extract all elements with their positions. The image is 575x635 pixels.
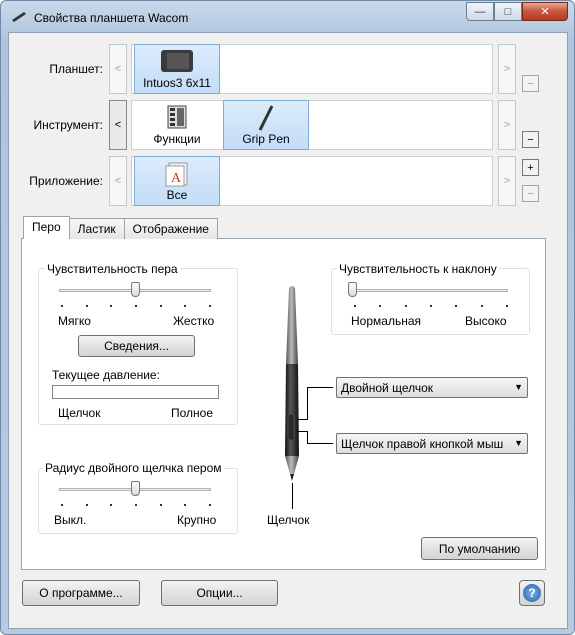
slider-tick [110, 504, 113, 506]
slider-tick [379, 305, 382, 307]
lower-button-leader [307, 431, 308, 443]
tool-scroll-left[interactable]: < [109, 100, 127, 150]
tilt-title: Чувствительность к наклону [337, 262, 499, 276]
slider-tick [354, 305, 356, 307]
app-tile-all[interactable]: A Все [134, 156, 220, 206]
tablet-scroll-right[interactable]: > [498, 44, 516, 94]
upper-button-dropdown[interactable]: Двойной щелчок ▼ [336, 377, 528, 398]
about-button[interactable]: О программе... [22, 580, 140, 606]
tilt-thumb[interactable] [348, 282, 357, 297]
pen-soft-label: Мягко [58, 314, 91, 328]
app-remove-button[interactable]: − [522, 185, 539, 202]
chevron-down-icon: ▼ [514, 382, 523, 392]
grip-pen-tile-label: Grip Pen [242, 132, 290, 146]
chevron-down-icon: ▼ [514, 438, 523, 448]
functions-tile-label: Функции [153, 132, 201, 146]
slider-tick [184, 504, 187, 506]
lower-button-value: Щелчок правой кнопкой мыш [341, 437, 504, 451]
tool-scroll-right[interactable]: > [498, 100, 516, 150]
slider-tick [480, 305, 483, 307]
tool-remove-button[interactable]: − [522, 131, 539, 148]
tool-tile-grip-pen[interactable]: Grip Pen [223, 100, 309, 150]
functions-icon [167, 105, 187, 129]
slider-tick [430, 305, 432, 307]
tab-pen[interactable]: Перо [23, 216, 70, 239]
tip-leader [292, 483, 293, 509]
tool-label: Инструмент: [33, 118, 103, 132]
all-apps-icon: A [165, 162, 188, 187]
tablet-scroll-left[interactable]: < [109, 44, 127, 94]
app-label: Приложение: [29, 174, 103, 188]
details-button[interactable]: Сведения... [78, 335, 195, 357]
slider-tick [85, 305, 88, 307]
slider-tick [61, 504, 63, 506]
slider-tick [184, 305, 187, 307]
minimize-button[interactable]: — [466, 2, 494, 21]
current-pressure-label: Текущее давление: [52, 368, 160, 382]
app-scroll-right[interactable]: > [498, 156, 516, 206]
pen-sensitivity-title: Чувствительность пера [45, 262, 180, 276]
lower-button-leader-p [297, 431, 308, 432]
upper-button-leader [307, 387, 308, 419]
defaults-button[interactable]: По умолчанию [421, 537, 538, 560]
lower-button-leader-h [307, 443, 333, 444]
double-click-thumb[interactable] [131, 481, 140, 496]
titlebar: Свойства планшета Wacom — □ ✕ [1, 1, 574, 33]
tab-mapping[interactable]: Отображение [123, 218, 218, 239]
window-controls: — □ ✕ [466, 2, 568, 21]
tilt-track[interactable] [352, 289, 508, 292]
options-button[interactable]: Опции... [161, 580, 278, 606]
slider-tick [61, 305, 63, 307]
slider-tick [110, 305, 113, 307]
slider-tick [85, 504, 88, 506]
tab-bar: Перо Ластик Отображение [23, 216, 218, 239]
slider-tick [455, 305, 458, 307]
slider-tick [135, 305, 137, 307]
pressure-click-label: Щелчок [58, 406, 101, 420]
double-click-off-label: Выкл. [54, 513, 87, 527]
lower-button-dropdown[interactable]: Щелчок правой кнопкой мыш ▼ [336, 433, 528, 454]
current-pressure-bar [52, 385, 219, 399]
close-button[interactable]: ✕ [522, 2, 568, 21]
wacom-pen-icon [12, 12, 26, 22]
pen-illustration [285, 286, 299, 481]
slider-tick [135, 504, 137, 506]
slider-tick [159, 504, 162, 506]
tablet-label: Планшет: [49, 62, 103, 76]
tilt-high-label: Высоко [465, 314, 507, 328]
upper-button-leader-h [307, 387, 333, 388]
slider-tick [159, 305, 162, 307]
pen-sensitivity-thumb[interactable] [131, 282, 140, 297]
window: Свойства планшета Wacom — □ ✕ Планшет: <… [0, 0, 575, 635]
slider-tick [209, 305, 211, 307]
pen-firm-label: Жестко [173, 314, 215, 328]
tab-eraser[interactable]: Ластик [68, 218, 125, 239]
all-tile-label: Все [166, 188, 188, 202]
tilt-normal-label: Нормальная [351, 314, 421, 328]
slider-tick [209, 504, 211, 506]
help-button[interactable]: ? [519, 580, 545, 606]
double-click-title: Радиус двойного щелчка пером [43, 461, 224, 475]
tip-label: Щелчок [267, 513, 310, 527]
tablet-tile-label: Intuos3 6x11 [143, 76, 211, 90]
upper-button-value: Двойной щелчок [341, 381, 434, 395]
svg-text:A: A [171, 171, 182, 186]
tool-tile-functions[interactable]: Функции [137, 100, 217, 150]
help-icon: ? [523, 584, 541, 602]
maximize-button[interactable]: □ [494, 2, 522, 21]
pen-icon [258, 105, 274, 131]
app-scroll-left[interactable]: < [109, 156, 127, 206]
tablet-tile-intuos3[interactable]: Intuos3 6x11 [134, 44, 220, 94]
tablet-icon [161, 50, 193, 72]
slider-tick [506, 305, 508, 307]
window-title: Свойства планшета Wacom [34, 11, 189, 25]
double-click-large-label: Крупно [177, 513, 217, 527]
slider-tick [404, 305, 407, 307]
app-add-button[interactable]: + [522, 159, 539, 176]
pressure-full-label: Полное [171, 406, 214, 420]
tablet-remove-button[interactable]: − [522, 75, 539, 92]
upper-button-leader-p [297, 419, 308, 420]
